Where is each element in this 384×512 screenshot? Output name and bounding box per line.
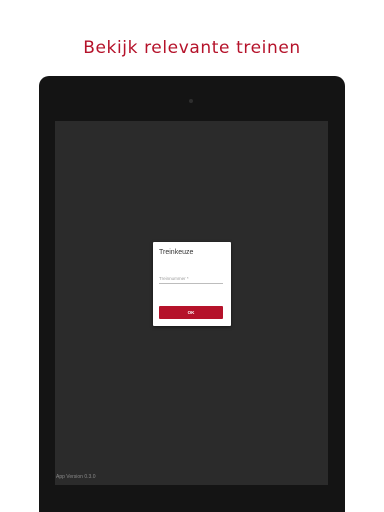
- promo-title: Bekijk relevante treinen: [83, 38, 301, 58]
- app-version-label: App Version 0.3.0: [56, 474, 96, 480]
- app-screen: Treinkeuze OK App Version 0.3.0: [55, 121, 328, 485]
- train-number-input[interactable]: [159, 274, 223, 283]
- train-choice-dialog: Treinkeuze OK: [153, 242, 231, 326]
- tablet-frame: Treinkeuze OK App Version 0.3.0: [39, 76, 345, 512]
- dialog-title: Treinkeuze: [159, 249, 194, 256]
- train-number-field-container: [159, 274, 223, 284]
- ok-button[interactable]: OK: [159, 306, 223, 319]
- camera-dot: [189, 99, 193, 103]
